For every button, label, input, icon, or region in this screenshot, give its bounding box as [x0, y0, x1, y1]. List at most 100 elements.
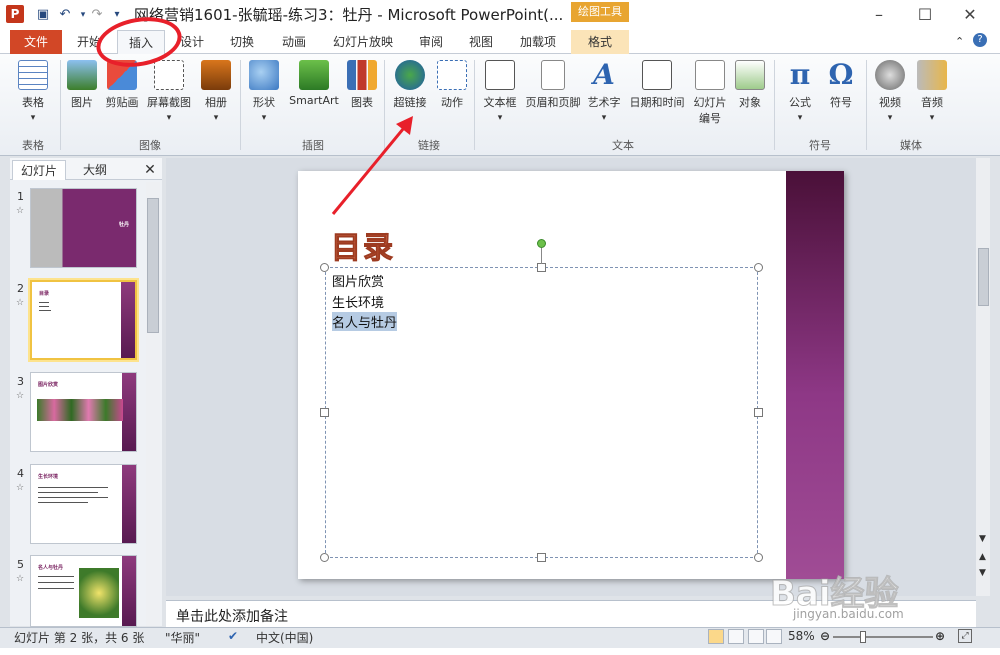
- screenshot-button[interactable]: 屏幕截图 ▾: [144, 58, 194, 123]
- header-footer-button[interactable]: 页眉和页脚: [524, 58, 582, 122]
- tab-view[interactable]: 视图: [460, 30, 502, 54]
- textbox-label: 文本框: [483, 96, 517, 109]
- object-icon: [735, 60, 765, 90]
- tab-review[interactable]: 审阅: [410, 30, 452, 54]
- resize-handle[interactable]: [320, 553, 329, 562]
- omega-icon: Ω: [828, 58, 854, 91]
- tab-addins[interactable]: 加载项: [510, 30, 566, 54]
- resize-handle[interactable]: [754, 553, 763, 562]
- resize-handle[interactable]: [320, 263, 329, 272]
- slide-thumbnail-4[interactable]: 生长环境: [30, 464, 137, 544]
- table-button[interactable]: 表格 ▾: [12, 58, 54, 123]
- theme-name-status[interactable]: "华丽": [165, 629, 200, 646]
- fit-to-window-icon[interactable]: ⤢: [958, 629, 972, 643]
- canvas-scrollbar-thumb[interactable]: [978, 248, 989, 306]
- wordart-button[interactable]: A 艺术字 ▾: [584, 58, 624, 124]
- table-label: 表格: [22, 96, 44, 109]
- zoom-in-icon[interactable]: ⊕: [935, 629, 945, 643]
- close-pane-icon[interactable]: ✕: [140, 160, 160, 180]
- film-reel-icon: [875, 60, 905, 90]
- canvas-scrollbar[interactable]: [976, 158, 990, 596]
- zoom-slider[interactable]: [833, 636, 933, 638]
- slide-thumbnail-1[interactable]: 牡丹: [30, 188, 137, 268]
- resize-handle[interactable]: [754, 408, 763, 417]
- content-placeholder[interactable]: [325, 267, 758, 558]
- tab-slides-pane[interactable]: 幻灯片: [12, 160, 66, 180]
- hyperlink-button[interactable]: 超链接: [388, 58, 432, 122]
- list-item[interactable]: 生长环境: [332, 292, 384, 311]
- picture-button[interactable]: 图片: [64, 58, 100, 122]
- slide-title[interactable]: 目录: [331, 223, 395, 267]
- slideshow-view-icon[interactable]: [766, 629, 782, 644]
- collapse-ribbon-icon[interactable]: ⌃: [955, 35, 964, 48]
- tab-transitions[interactable]: 切换: [222, 30, 262, 54]
- slide-number-icon: [695, 60, 725, 90]
- rotation-handle[interactable]: [537, 239, 546, 248]
- slide-thumbnail-5[interactable]: 名人与牡丹: [30, 555, 137, 627]
- thumbnail-side-bar: [122, 373, 136, 451]
- clipart-button[interactable]: 剪贴画: [102, 58, 142, 122]
- calendar-icon: [642, 60, 672, 90]
- audio-button[interactable]: 音频 ▾: [912, 58, 952, 123]
- photo-album-label: 相册: [205, 96, 227, 109]
- scroll-down-icon[interactable]: ▼: [979, 534, 986, 544]
- shapes-button[interactable]: 形状 ▾: [246, 58, 282, 123]
- list-item[interactable]: 图片欣赏: [332, 271, 384, 290]
- tab-outline-pane[interactable]: 大纲: [70, 160, 120, 180]
- table-icon: [18, 60, 48, 90]
- thumbnail-line: [38, 588, 74, 589]
- thumbnail-line: [39, 302, 49, 303]
- video-button[interactable]: 视频 ▾: [870, 58, 910, 123]
- close-icon[interactable]: ✕: [955, 4, 985, 26]
- thumbnail-side-bar: [122, 556, 136, 626]
- wordart-icon: A: [593, 58, 615, 91]
- maximize-icon[interactable]: ☐: [910, 4, 940, 26]
- redo-icon[interactable]: ↷: [88, 6, 106, 24]
- date-time-button[interactable]: 日期和时间: [626, 58, 688, 122]
- symbol-button[interactable]: Ω 符号: [822, 58, 860, 122]
- action-button[interactable]: 动作: [434, 58, 470, 122]
- resize-handle[interactable]: [754, 263, 763, 272]
- tab-slideshow[interactable]: 幻灯片放映: [326, 30, 400, 54]
- thumbnail-line: [38, 497, 108, 498]
- help-icon[interactable]: ?: [973, 33, 987, 47]
- equation-button[interactable]: π 公式 ▾: [780, 58, 820, 124]
- audio-label: 音频: [921, 96, 943, 109]
- object-button[interactable]: 对象: [732, 58, 768, 122]
- language-status[interactable]: 中文(中国): [256, 629, 313, 646]
- save-icon[interactable]: ▣: [34, 6, 52, 24]
- powerpoint-app-icon[interactable]: P: [6, 5, 24, 23]
- zoom-level[interactable]: 58%: [788, 629, 815, 643]
- resize-handle[interactable]: [320, 408, 329, 417]
- chart-button[interactable]: 图表: [344, 58, 380, 122]
- thumbnail-line: [39, 306, 49, 307]
- previous-slide-icon[interactable]: ▲: [979, 552, 986, 562]
- reading-view-icon[interactable]: [748, 629, 764, 644]
- undo-icon[interactable]: ↶: [56, 6, 74, 24]
- window-title: 网络营销1601-张毓瑶-练习3：牡丹 - Microsoft PowerPoi…: [134, 6, 564, 24]
- list-item-selected[interactable]: 名人与牡丹: [332, 312, 398, 331]
- picture-icon: [67, 60, 97, 90]
- zoom-slider-thumb[interactable]: [860, 631, 866, 643]
- resize-handle[interactable]: [537, 553, 546, 562]
- spellcheck-icon[interactable]: ✔: [228, 629, 238, 643]
- resize-handle[interactable]: [537, 263, 546, 272]
- wordart-label: 艺术字: [587, 96, 621, 109]
- zoom-out-icon[interactable]: ⊖: [820, 629, 830, 643]
- photo-album-button[interactable]: 相册 ▾: [196, 58, 236, 123]
- slide-thumbnail-3[interactable]: 图片欣赏: [30, 372, 137, 452]
- normal-view-icon[interactable]: [708, 629, 724, 644]
- textbox-button[interactable]: 文本框 ▾: [478, 58, 522, 123]
- smartart-button[interactable]: SmartArt: [286, 58, 342, 122]
- tab-format[interactable]: 格式: [571, 30, 629, 54]
- notes-placeholder[interactable]: 单击此处添加备注: [176, 606, 288, 626]
- tab-animations[interactable]: 动画: [272, 30, 316, 54]
- slide-sorter-view-icon[interactable]: [728, 629, 744, 644]
- minimize-icon[interactable]: –: [864, 4, 894, 26]
- thumbnails-scrollbar-thumb[interactable]: [147, 198, 159, 333]
- slide-number-button[interactable]: 幻灯片 编号: [690, 58, 730, 125]
- next-slide-icon[interactable]: ▼: [979, 568, 986, 578]
- tab-file[interactable]: 文件: [10, 30, 62, 54]
- slide-thumbnail-2[interactable]: 目录: [30, 280, 137, 360]
- slide-number: 4: [17, 467, 24, 480]
